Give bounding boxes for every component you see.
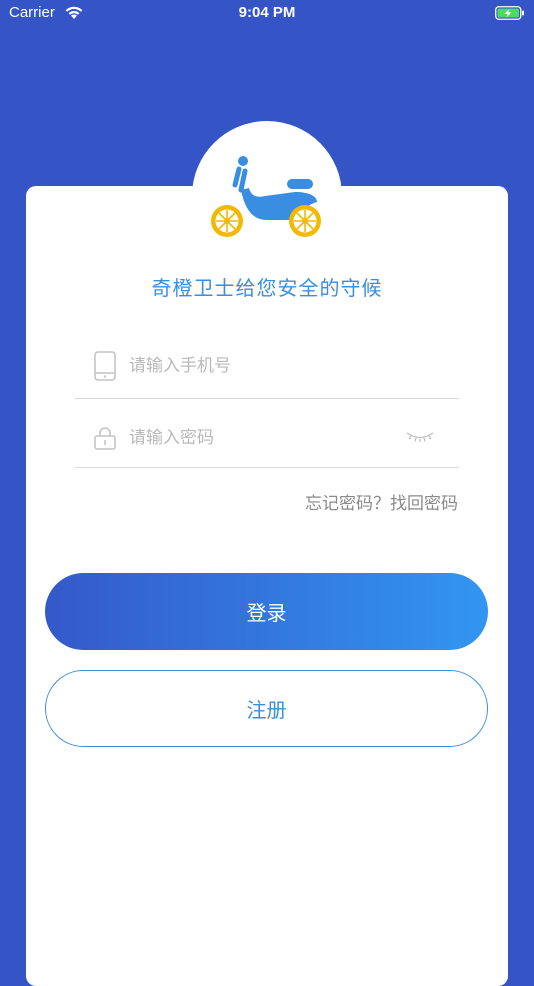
register-button[interactable]: 注册 — [45, 670, 488, 747]
login-button-label: 登录 — [246, 601, 287, 625]
forgot-password-link[interactable]: 忘记密码？找回密码 — [305, 489, 458, 514]
status-time: 9:04 PM — [238, 4, 296, 21]
app-tagline: 奇橙卫士给您安全的守候 — [151, 276, 383, 300]
phone-field — [75, 346, 459, 399]
lock-icon — [94, 427, 116, 450]
phone-icon — [94, 351, 116, 381]
battery-charging-icon — [495, 6, 524, 20]
password-field — [75, 415, 459, 468]
password-input[interactable] — [129, 424, 389, 452]
phone-input[interactable] — [129, 352, 389, 380]
status-bar: Carrier 9:04 PM — [0, 0, 534, 28]
login-button[interactable]: 登录 — [45, 573, 488, 650]
register-button-label: 注册 — [246, 698, 287, 722]
eye-closed-icon[interactable] — [405, 429, 435, 445]
scooter-icon — [211, 156, 321, 237]
